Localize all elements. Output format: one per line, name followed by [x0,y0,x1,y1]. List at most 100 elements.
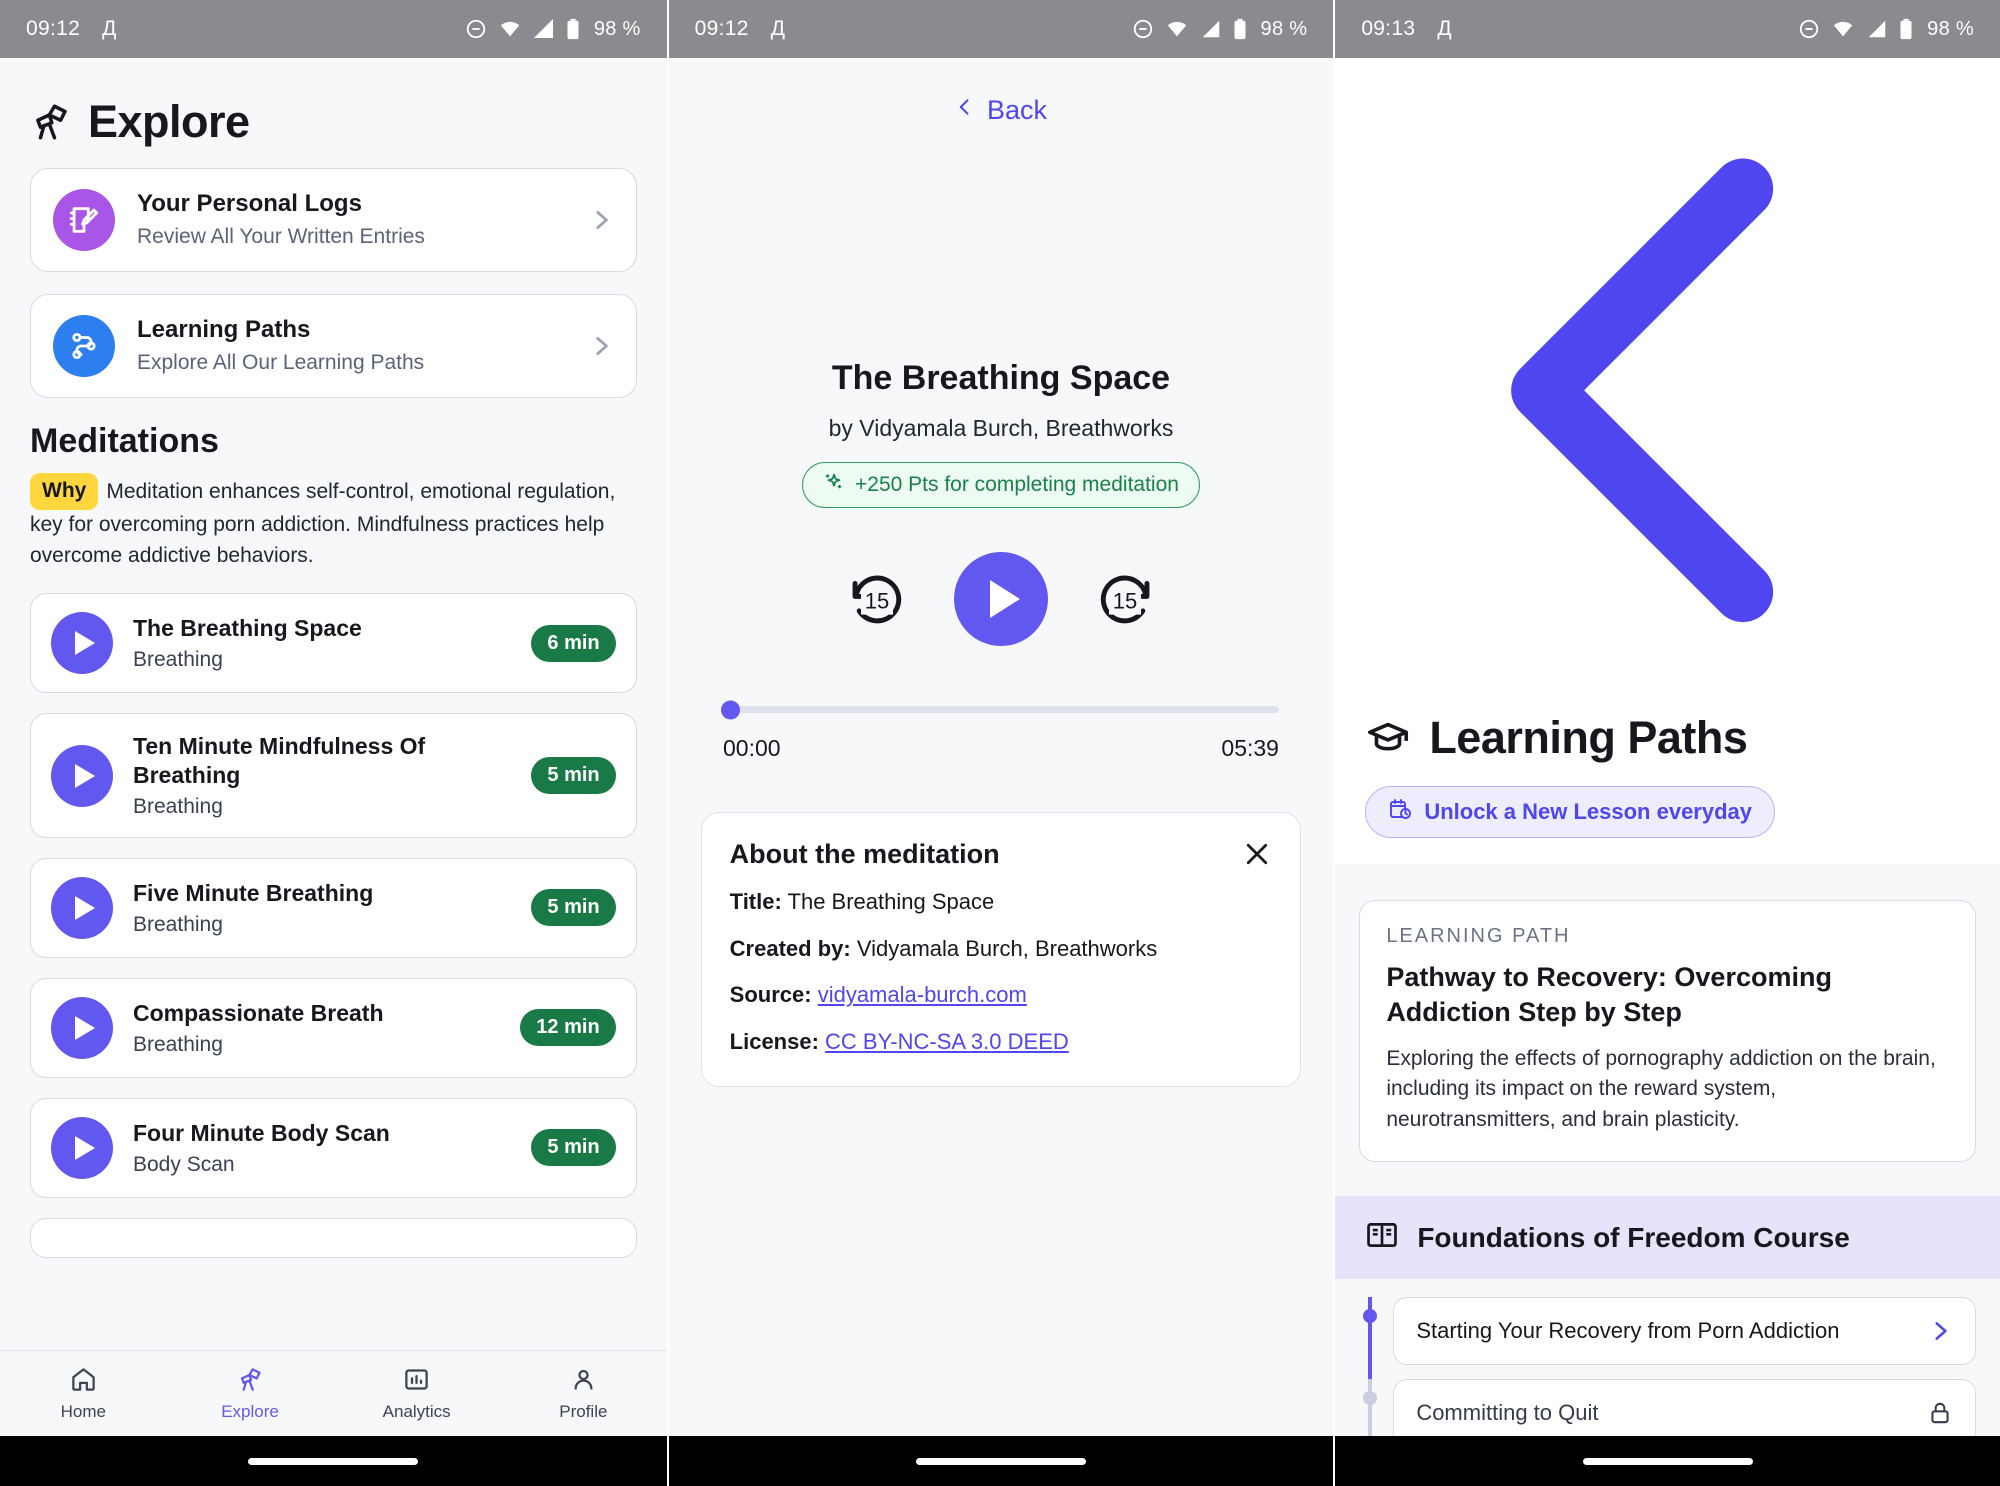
duration-badge: 5 min [531,889,616,927]
meditation-title: Ten Minute Mindfulness Of Breathing [133,733,426,789]
unlock-lesson-badge[interactable]: Unlock a New Lesson everyday [1365,785,1776,838]
meditation-card[interactable]: The Breathing Space Breathing 6 min [30,593,637,694]
tab-label: Explore [221,1401,279,1421]
meditation-category: Breathing [133,912,223,936]
about-heading: About the meditation [729,839,1000,869]
track-author: by Vidyamala Burch, Breathworks [828,415,1174,441]
telescope-icon [30,101,72,143]
course-name: Foundations of Freedom Course [1417,1221,1850,1253]
back-button[interactable] [1365,158,1970,697]
three-phone-screenshots: 09:12 Д 98 % Explore Your Personal Logs … [0,0,2000,1486]
meditation-card[interactable]: Five Minute Breathing Breathing 5 min [30,857,637,958]
course-header[interactable]: Foundations of Freedom Course [1335,1196,2000,1280]
chevron-left-icon [955,92,975,129]
play-icon[interactable] [51,876,113,939]
about-license-line: License: CC BY-NC-SA 3.0 DEED [730,1028,1273,1057]
learning-paths-header: Learning Paths Unlock a New Lesson every… [1335,58,2000,864]
play-icon[interactable] [51,744,113,807]
source-link[interactable]: vidyamala-burch.com [818,982,1027,1007]
battery-percent: 98 % [1260,17,1308,40]
rewind-15-button[interactable]: 15 [846,568,908,630]
status-time: 09:13 [1361,17,1416,40]
phone-screen-learning-paths: 09:13 Д 98 % Learning Paths Unlock a New… [1333,0,2000,1486]
seek-slider[interactable] [720,700,1279,719]
meditation-category: Breathing [133,648,223,672]
meditation-card-partial[interactable] [30,1217,637,1258]
tab-profile[interactable]: Profile [500,1366,667,1422]
play-icon[interactable] [51,612,113,675]
why-text: Meditation enhances self-control, emotio… [30,480,616,567]
duration-badge: 5 min [531,1129,616,1167]
duration-badge: 5 min [531,757,616,795]
home-indicator[interactable] [1582,1457,1753,1465]
home-indicator[interactable] [248,1457,419,1465]
play-icon[interactable] [51,1116,113,1179]
learning-path-card[interactable]: LEARNING PATH Pathway to Recovery: Overc… [1359,899,1976,1163]
lesson-pill[interactable]: Committing to Quit [1393,1379,1976,1436]
tab-analytics[interactable]: Analytics [333,1366,500,1422]
person-icon [570,1366,597,1398]
wifi-icon [498,18,522,40]
learning-path-name: Pathway to Recovery: Overcoming Addictio… [1386,961,1832,1027]
meditation-card[interactable]: Ten Minute Mindfulness Of Breathing Brea… [30,713,637,838]
meditation-title: The Breathing Space [133,615,362,642]
nav-card-personal-logs[interactable]: Your Personal Logs Review All Your Writt… [30,168,637,272]
seek-thumb[interactable] [720,700,740,719]
battery-percent: 98 % [593,17,641,40]
about-source-line: Source: vidyamala-burch.com [730,981,1273,1010]
timeline-rail [1359,1379,1381,1436]
duration-badge: 6 min [531,624,616,662]
notebook-pen-icon [53,189,115,251]
status-time: 09:12 [26,17,81,40]
about-source-label: Source: [729,982,812,1008]
meditation-card[interactable]: Four Minute Body Scan Body Scan 5 min [30,1097,637,1198]
license-link[interactable]: CC BY-NC-SA 3.0 DEED [825,1029,1069,1054]
book-open-icon [1365,1218,1399,1257]
play-icon[interactable] [51,996,113,1059]
play-button[interactable] [953,552,1048,646]
why-explanation: Why Meditation enhances self-control, emo… [30,473,637,571]
tab-explore[interactable]: Explore [167,1366,334,1422]
close-icon[interactable] [1242,839,1272,869]
battery-percent: 98 % [1927,17,1974,40]
page-title: Learning Paths [1429,711,1748,763]
lesson-row[interactable]: Committing to Quit [1359,1379,1976,1436]
graduation-cap-icon [1365,715,1411,761]
status-language: Д [102,17,117,40]
back-label: Back [986,95,1047,125]
home-indicator[interactable] [915,1457,1086,1465]
signal-icon [1866,18,1888,40]
home-indicator-bar [668,1436,1334,1486]
why-badge: Why [30,473,99,511]
meditation-card[interactable]: Compassionate Breath Breathing 12 min [30,977,637,1078]
home-indicator-bar [0,1436,667,1486]
forward-15-button[interactable]: 15 [1094,568,1156,630]
unlock-label: Unlock a New Lesson everyday [1424,798,1753,824]
lesson-row[interactable]: Starting Your Recovery from Porn Addicti… [1359,1297,1976,1380]
meditation-category: Breathing [133,794,223,818]
duration-badge: 12 min [520,1009,616,1047]
signal-icon [533,18,555,40]
status-language: Д [1437,17,1452,40]
chevron-right-icon [588,207,614,233]
seek-bar-wrapper: 00:00 05:39 [720,700,1279,762]
lesson-pill[interactable]: Starting Your Recovery from Porn Addicti… [1393,1297,1976,1366]
about-created-value: Vidyamala Burch, Breathworks [856,935,1158,961]
learning-path-kicker: LEARNING PATH [1386,924,1571,947]
section-title-meditations: Meditations [30,422,219,460]
meditation-category: Body Scan [133,1152,235,1176]
battery-icon [1899,18,1913,40]
lesson-label: Committing to Quit [1416,1400,1599,1426]
about-title-line: Title: The Breathing Space [730,888,1273,917]
lesson-list: Starting Your Recovery from Porn Addicti… [1335,1279,2000,1436]
learning-path-description: Exploring the effects of pornography add… [1386,1046,1936,1131]
meditation-category: Breathing [133,1032,223,1056]
bar-chart-icon [403,1366,430,1398]
total-time: 05:39 [1221,735,1279,761]
tab-home[interactable]: Home [0,1366,167,1422]
timeline-dot [1363,1391,1378,1406]
phone-screen-explore: 09:12 Д 98 % Explore Your Personal Logs … [0,0,667,1486]
dnd-icon [465,18,487,40]
nav-card-learning-paths[interactable]: Learning Paths Explore All Our Learning … [30,294,637,398]
back-button[interactable]: Back [955,92,1047,129]
